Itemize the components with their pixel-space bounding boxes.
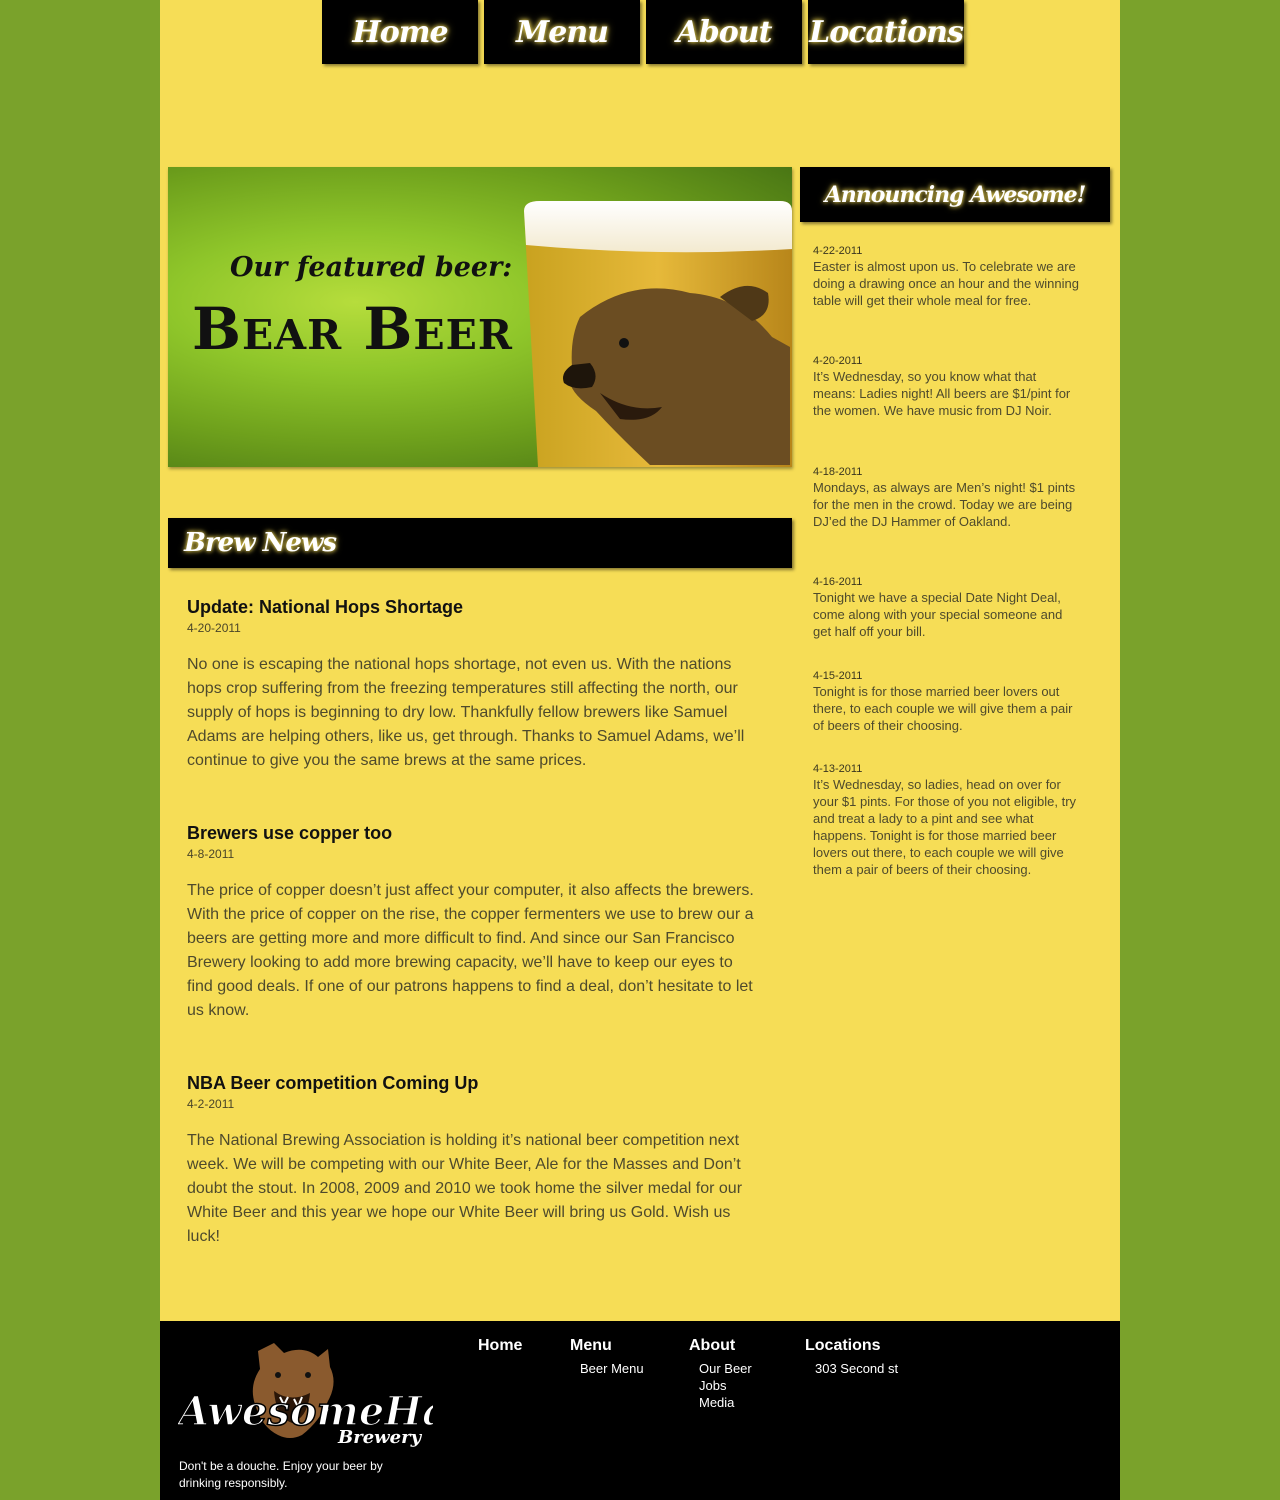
- footer-column-home: Home: [478, 1337, 522, 1355]
- announcement-text: Easter is almost upon us. To celebrate w…: [813, 259, 1079, 308]
- featured-beer-banner[interactable]: Our featured beer: Bear Beer: [168, 167, 792, 467]
- brew-news-title: Brew News: [184, 528, 337, 558]
- brew-news-header: Brew News: [168, 518, 792, 568]
- nav-menu-button[interactable]: Menu: [484, 0, 640, 64]
- announcement-date: 4-16-2011: [813, 576, 863, 588]
- footer-heading-menu[interactable]: Menu: [570, 1337, 644, 1355]
- article-body: The price of copper doesn’t just affect …: [187, 882, 754, 1019]
- featured-title: Bear Beer: [192, 295, 513, 363]
- announcement-item: 4-16-2011 Tonight we have a special Date…: [813, 576, 1081, 640]
- footer-link-our-beer[interactable]: Our Beer: [689, 1360, 752, 1377]
- announcement-item: 4-18-2011 Mondays, as always are Men’s n…: [813, 466, 1081, 530]
- news-article: NBA Beer competition Coming Up 4-2-2011 …: [187, 1073, 759, 1249]
- nav-about-button[interactable]: About: [646, 0, 802, 64]
- footer-link-address[interactable]: 303 Second st: [805, 1360, 898, 1377]
- article-date: 4-8-2011: [187, 847, 235, 861]
- announcements-title: Announcing Awesome!: [824, 181, 1087, 208]
- nav-locations-button[interactable]: Locations: [808, 0, 964, 64]
- announcement-date: 4-15-2011: [813, 670, 863, 682]
- announcement-text: Tonight is for those married beer lovers…: [813, 684, 1073, 733]
- announcement-item: 4-13-2011 It’s Wednesday, so ladies, hea…: [813, 763, 1081, 878]
- footer-heading-home[interactable]: Home: [478, 1337, 522, 1355]
- announcement-item: 4-22-2011 Easter is almost upon us. To c…: [813, 245, 1081, 309]
- footer-link-jobs[interactable]: Jobs: [689, 1377, 752, 1394]
- article-title[interactable]: Brewers use copper too: [187, 823, 759, 844]
- announcement-item: 4-15-2011 Tonight is for those married b…: [813, 670, 1081, 734]
- nav-home-button[interactable]: Home: [322, 0, 478, 64]
- page-content: Our featured beer: Bear Beer Brew News U…: [160, 0, 1120, 1500]
- announcement-text: It’s Wednesday, so you know what that me…: [813, 369, 1071, 418]
- footer-column-locations: Locations 303 Second st: [805, 1337, 898, 1377]
- logo-subtext: Brewery: [337, 1427, 423, 1448]
- footer-heading-locations[interactable]: Locations: [805, 1337, 898, 1355]
- footer-column-about: About Our Beer Jobs Media: [689, 1337, 752, 1411]
- footer-heading-about[interactable]: About: [689, 1337, 752, 1355]
- announcement-date: 4-22-2011: [813, 245, 863, 257]
- announcement-text: It’s Wednesday, so ladies, head on over …: [813, 777, 1077, 877]
- announcement-text: Tonight we have a special Date Night Dea…: [813, 590, 1063, 639]
- footer-link-beer-menu[interactable]: Beer Menu: [570, 1360, 644, 1377]
- announcement-date: 4-13-2011: [813, 763, 863, 775]
- announcement-item: 4-20-2011 It’s Wednesday, so you know wh…: [813, 355, 1081, 419]
- announcement-text: Mondays, as always are Men’s night! $1 p…: [813, 480, 1076, 529]
- article-date: 4-20-2011: [187, 621, 241, 635]
- footer-link-media[interactable]: Media: [689, 1394, 752, 1411]
- footer-column-menu: Menu Beer Menu: [570, 1337, 644, 1377]
- awesomehaus-logo[interactable]: AwesomeHaus Brewery: [178, 1343, 433, 1448]
- beer-glass-bear-image: [524, 201, 792, 467]
- announcement-date: 4-20-2011: [813, 355, 863, 367]
- news-article: Brewers use copper too 4-8-2011 The pric…: [187, 823, 759, 1023]
- announcements-header: Announcing Awesome!: [800, 167, 1110, 222]
- footer: AwesomeHaus Brewery Don't be a douche. E…: [160, 1321, 1120, 1500]
- article-date: 4-2-2011: [187, 1097, 235, 1111]
- article-title[interactable]: Update: National Hops Shortage: [187, 597, 759, 618]
- featured-subtitle: Our featured beer:: [230, 252, 513, 283]
- article-title[interactable]: NBA Beer competition Coming Up: [187, 1073, 759, 1094]
- article-body: The National Brewing Association is hold…: [187, 1132, 743, 1245]
- news-article: Update: National Hops Shortage 4-20-2011…: [187, 597, 759, 773]
- announcement-date: 4-18-2011: [813, 466, 863, 478]
- article-body: No one is escaping the national hops sho…: [187, 656, 745, 769]
- footer-tagline: Don't be a douche. Enjoy your beer by dr…: [179, 1459, 383, 1490]
